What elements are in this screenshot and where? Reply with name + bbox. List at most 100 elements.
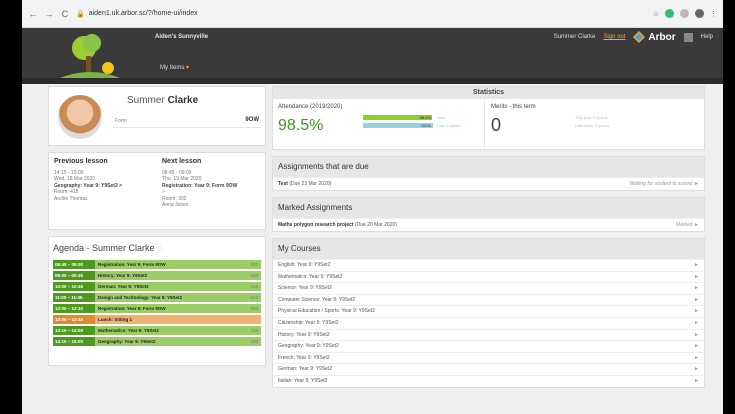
sign-out-link[interactable]: Sign out [603, 34, 625, 40]
agenda-room: 302 [250, 262, 258, 267]
address-bar[interactable]: 🔒 aiden1.uk.arbor.sc/?/home-ui/index [76, 10, 198, 18]
course-row[interactable]: Computer Science: Year 9: Y9Set2 ► [273, 293, 704, 306]
course-row[interactable]: Geography: Year 9: Y9Set2 ► [273, 340, 704, 352]
chevron-right-icon: ► [694, 296, 699, 303]
menu-icon[interactable]: ⋮ [710, 10, 717, 18]
previous-lesson[interactable]: Previous lesson 14:15 - 15:00 Wed, 18 Ma… [49, 153, 157, 229]
agenda-time: 11:00 – 11:45 [53, 293, 95, 302]
agenda-time: 09:00 – 09:45 [53, 271, 95, 280]
agenda-desc: Registration: Year 9: Form 9OW [98, 306, 166, 311]
course-name: Mathematics: Year 9: Y9Set2 [278, 273, 343, 280]
student-profile-card: Summer Clarke Form 9OW [48, 86, 266, 146]
course-name: Citizenship: Year 9: Y9Set2 [278, 319, 339, 326]
assignment-status: Waiting for student to submit ► [629, 181, 699, 187]
course-row[interactable]: French: Year 9: Y9Set2 ► [273, 351, 704, 364]
agenda-time: 10:00 – 10:45 [53, 282, 95, 291]
assignment-row[interactable]: Maths polygon research project (Due 20 M… [273, 218, 704, 231]
agenda-item[interactable]: 13:15 – 14:00 Mathematics: Year 9: Y9Set2… [53, 326, 261, 335]
chevron-right-icon: ► [694, 331, 699, 338]
school-logo [60, 32, 120, 82]
right-column: Statistics Attendance (2019/2020) 98.5% … [272, 86, 705, 388]
agenda-item[interactable]: 10:00 – 10:45 German: Year 9: Y9Set2 315 [53, 282, 261, 291]
merits-year: This year: 0 points [575, 115, 608, 120]
course-name: Italian: Year 9: Y9Set2 [278, 377, 328, 384]
assignments-due-card: Assignments that are due Test (Due 23 Ma… [272, 156, 705, 191]
course-name: Computer Science: Year 9: Y9Set2 [278, 296, 356, 303]
my-items-menu[interactable]: My Items ▾ [160, 64, 189, 71]
left-column: Summer Clarke Form 9OW Previous lesson 1… [48, 86, 266, 366]
forward-icon[interactable]: → [44, 9, 54, 19]
back-icon[interactable]: ← [28, 9, 38, 19]
marked-assignments-card: Marked Assignments Maths polygon researc… [272, 197, 705, 232]
agenda-title-text: Agenda - Summer Clarke [53, 243, 155, 253]
profile-icon[interactable] [695, 9, 704, 18]
agenda-item[interactable]: 13:00 – 13:45 Lunch: Sitting 1 [53, 315, 261, 324]
arbor-logo[interactable]: Arbor [633, 31, 676, 43]
next-lesson[interactable]: Next lesson 08:45 - 09:00 Thu, 19 Mar 20… [157, 153, 265, 229]
extension-icon[interactable] [665, 9, 674, 18]
agenda-time: 14:15 – 15:00 [53, 337, 95, 346]
attendance-widget[interactable]: Attendance (2019/2020) 98.5% 98.5% Year … [273, 99, 485, 151]
course-row[interactable]: English: Year 9: Y9Set2 ► [273, 259, 704, 271]
chevron-down-icon: ▾ [186, 65, 190, 71]
course-row[interactable]: Physical Education / Sports: Year 9: Y9S… [273, 305, 704, 317]
course-row[interactable]: History: Year 9: Y9Set2 ► [273, 328, 704, 341]
browser-toolbar: ← → C 🔒 aiden1.uk.arbor.sc/?/home-ui/ind… [22, 0, 723, 28]
agenda-room: 302 [250, 306, 258, 311]
reload-icon[interactable]: C [60, 9, 70, 19]
agenda-room: 315 [250, 284, 258, 289]
course-row[interactable]: Science: Year 9: Y9Set2 ► [273, 282, 704, 294]
agenda-time: 08:45 – 09:00 [53, 260, 95, 269]
lessons-card: Previous lesson 14:15 - 15:00 Wed, 18 Ma… [48, 152, 266, 230]
help-link[interactable]: Help [701, 34, 713, 40]
marked-assignments-title: Marked Assignments [273, 198, 704, 218]
arbor-brand-text: Arbor [648, 31, 676, 43]
form-value: 9OW [245, 117, 259, 123]
statistics-body: Attendance (2019/2020) 98.5% 98.5% Year … [273, 99, 704, 151]
previous-lesson-title: Previous lesson [54, 158, 108, 165]
assignment-due: (Due 23 Mar 2020) [289, 181, 332, 187]
chevron-right-icon: ► [694, 262, 699, 268]
agenda-item[interactable]: 08:45 – 09:00 Registration: Year 9: Form … [53, 260, 261, 269]
chevron-right-icon: ► [694, 308, 699, 315]
course-row[interactable]: Citizenship: Year 9: Y9Set2 ► [273, 316, 704, 329]
assignment-row[interactable]: Test (Due 23 Mar 2020) Waiting for stude… [273, 177, 704, 190]
apps-icon[interactable] [683, 32, 693, 42]
next-lesson-title: Next lesson [162, 158, 202, 165]
student-name: Summer Clarke [127, 95, 198, 106]
course-row[interactable]: German: Year 9: Y9Set2 ► [273, 363, 704, 375]
agenda-desc: Design and Technology: Year 9: Y9Set2 [98, 295, 183, 300]
agenda-item[interactable]: 11:00 – 11:45 Design and Technology: Year… [53, 293, 261, 302]
chevron-right-icon: ► [694, 366, 699, 373]
extension-icon[interactable] [680, 9, 689, 18]
agenda-item[interactable]: 09:00 – 09:45 History: Year 9: Y9Set2 416 [53, 271, 261, 280]
agenda-desc: Lunch: Sitting 1 [98, 317, 132, 322]
assignment-due: (Due 20 Mar 2020) [354, 222, 397, 228]
agenda-item[interactable]: 13:00 – 13:10 Registration: Year 9: Form … [53, 304, 261, 313]
assignment-info: Maths polygon research project (Due 20 M… [278, 219, 676, 231]
agenda-room: 418 [250, 339, 258, 344]
merits-widget[interactable]: Merits - this term 0 This year: 0 points… [485, 99, 704, 151]
course-name: French: Year 9: Y9Set2 [278, 354, 330, 361]
assignment-info: Test (Due 23 Mar 2020) [278, 178, 629, 190]
agenda-time: 13:00 – 13:45 [53, 315, 95, 324]
avatar [58, 95, 102, 139]
app-header: Aiden's Sunnyville My Items ▾ Summer Cla… [22, 28, 723, 84]
chevron-right-icon: ► [694, 343, 699, 350]
lesson-teacher: Archie Thomas [54, 195, 88, 202]
agenda-time: 13:00 – 13:10 [53, 304, 95, 313]
bar-desc: Last 4 weeks [437, 123, 461, 128]
chevron-right-icon: ► [694, 273, 699, 280]
course-row[interactable]: Italian: Year 9: Y9Set2 ► [273, 374, 704, 387]
agenda-item[interactable]: 14:15 – 15:00 Geography: Year 9: Y9Set2 41… [53, 337, 261, 346]
course-name: German: Year 9: Y9Set2 [278, 366, 333, 373]
arbor-leaf-icon [633, 31, 646, 43]
course-name: Physical Education / Sports: Year 9: Y9S… [278, 308, 375, 315]
star-icon[interactable]: ☆ [653, 10, 659, 18]
agenda-marker-icon: ○ [157, 243, 163, 253]
school-name: Aiden's Sunnyville [155, 34, 209, 40]
form-label: Form [115, 118, 127, 124]
course-row[interactable]: Mathematics: Year 9: Y9Set2 ► [273, 270, 704, 283]
assignment-name: Test [278, 181, 288, 187]
agenda-desc: Geography: Year 9: Y9Set2 [98, 339, 156, 344]
